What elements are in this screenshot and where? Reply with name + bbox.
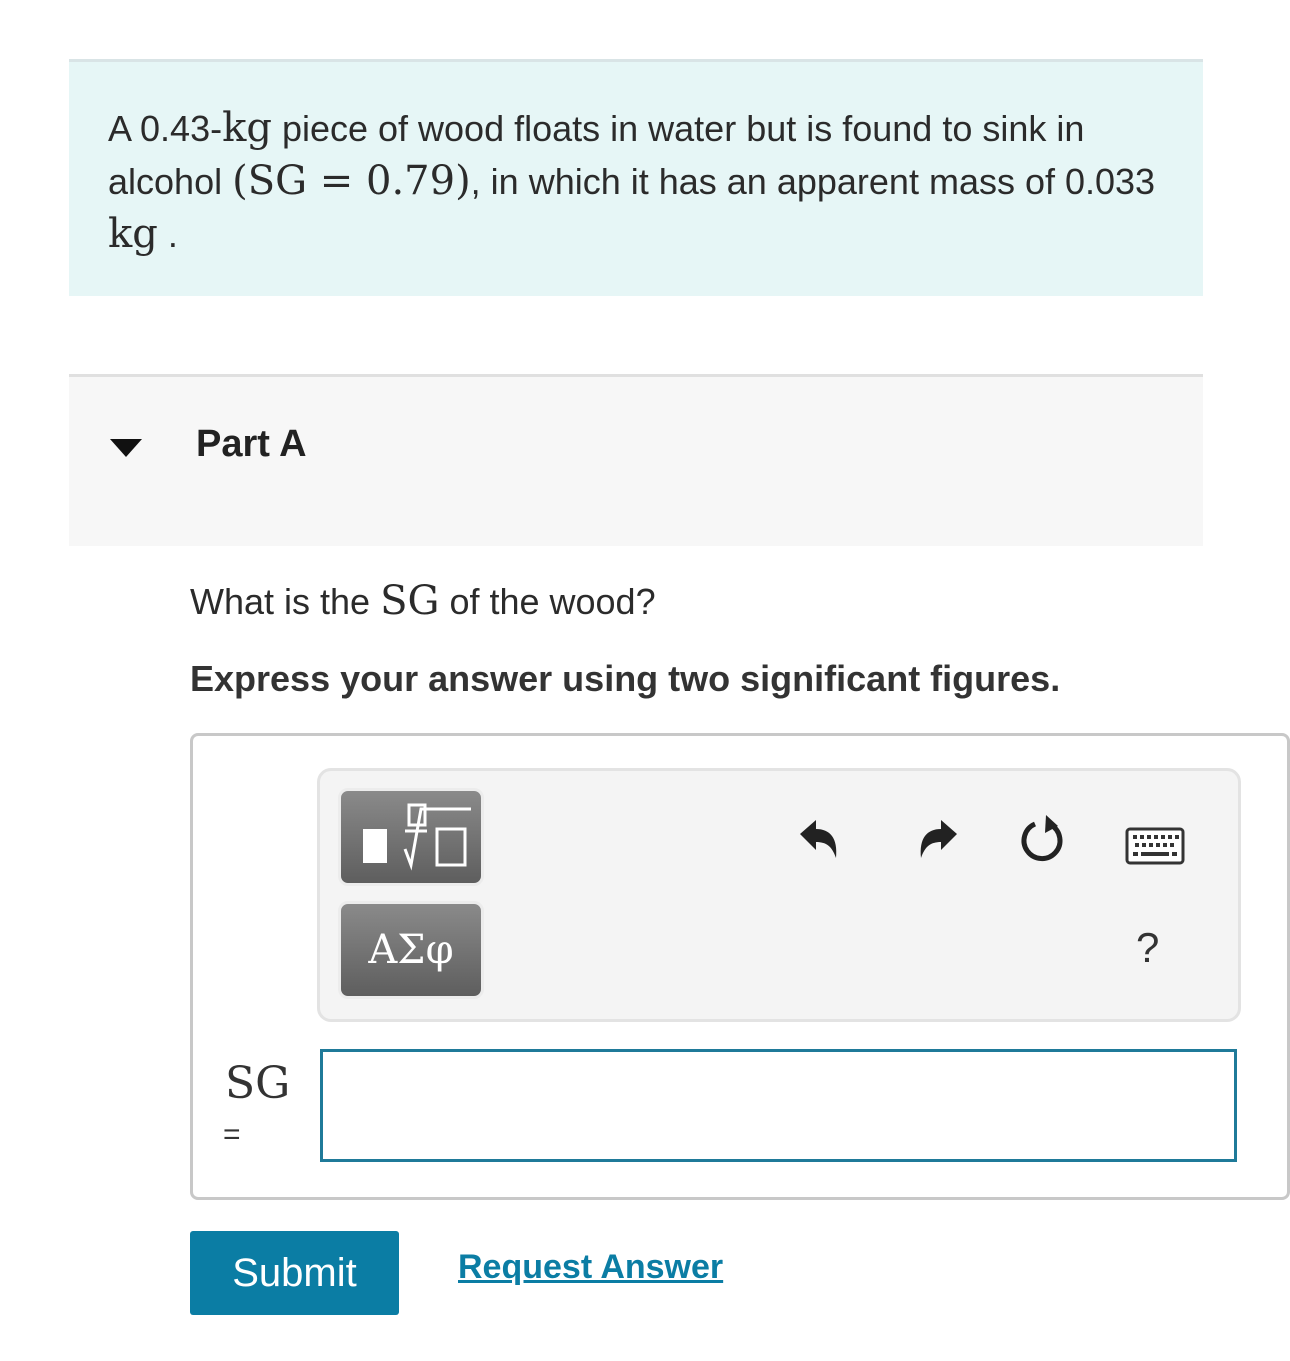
answer-instruction: Express your answer using two significan… xyxy=(190,658,1061,699)
unit-kg: kg xyxy=(108,211,158,257)
submit-button[interactable]: Submit xyxy=(190,1231,399,1315)
keyboard-icon[interactable] xyxy=(1125,827,1185,865)
problem-text: A 0.43-kg piece of wood floats in water … xyxy=(108,105,1156,257)
collapse-caret-icon[interactable] xyxy=(110,439,142,457)
alcohol-sg-value: (SG = 0.79) xyxy=(232,158,471,204)
answer-box: ΑΣφ ? SG = xyxy=(190,733,1290,1200)
part-title: Part A xyxy=(196,423,307,465)
greek-symbols-button[interactable]: ΑΣφ xyxy=(338,901,484,999)
problem-statement: A 0.43-kg piece of wood floats in water … xyxy=(69,59,1203,296)
greek-symbols-label: ΑΣφ xyxy=(368,927,454,973)
unit-kg: kg xyxy=(222,105,272,151)
answer-input[interactable] xyxy=(320,1049,1237,1162)
math-toolbar: ΑΣφ ? xyxy=(317,768,1241,1022)
redo-icon[interactable] xyxy=(913,814,963,864)
answer-variable-label: SG xyxy=(225,1058,291,1109)
question-text: What is the SG of the wood? xyxy=(190,578,656,624)
request-answer-link[interactable]: Request Answer xyxy=(458,1248,723,1287)
part-a-header[interactable]: Part A xyxy=(69,374,1203,546)
fraction-root-template-icon xyxy=(363,803,471,871)
equals-sign: = xyxy=(223,1118,241,1151)
templates-button[interactable] xyxy=(338,788,484,886)
undo-icon[interactable] xyxy=(794,814,844,864)
help-button[interactable]: ? xyxy=(1136,924,1159,972)
question-sg: SG xyxy=(380,578,440,624)
reset-icon[interactable] xyxy=(1018,813,1072,867)
